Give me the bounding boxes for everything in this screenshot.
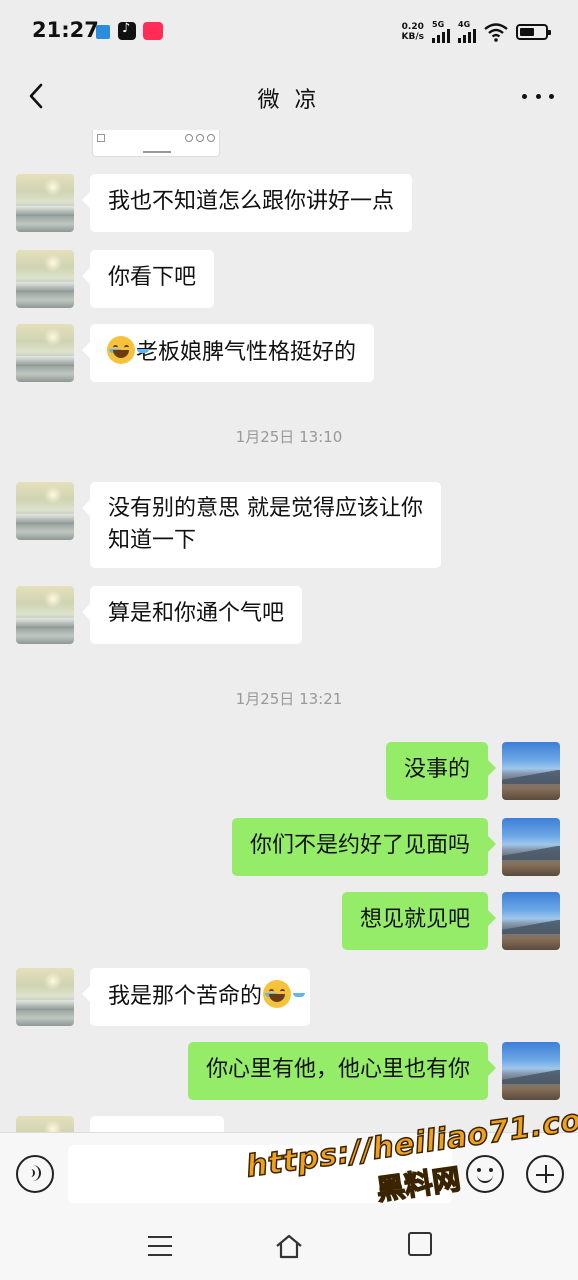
emoji-picker-icon[interactable] [466, 1155, 504, 1193]
message-bubble[interactable]: 你们不是约好了见面吗 [231, 818, 497, 876]
contact-avatar[interactable] [16, 174, 74, 232]
my-avatar[interactable] [502, 742, 560, 800]
status-indicators: 0.20 KB/s 5G 4G [401, 20, 551, 44]
shopping-app-icon [143, 22, 163, 40]
message-row: 老板娘脾气性格挺好的 [0, 324, 578, 386]
my-avatar[interactable] [502, 1042, 560, 1100]
chat-title: 微 凉 [257, 88, 321, 113]
message-row: 算是和你通个气吧 [0, 586, 578, 648]
message-row: 我是那个苦命的 [0, 968, 578, 1030]
contact-avatar[interactable] [16, 482, 74, 540]
contact-avatar[interactable] [16, 324, 74, 382]
message-row [0, 1116, 578, 1132]
network-speed: 0.20 KB/s [401, 22, 424, 42]
voice-input-icon[interactable] [16, 1155, 54, 1193]
message-bubble[interactable]: 我是那个苦命的 [81, 968, 311, 1026]
home-icon[interactable] [274, 1232, 304, 1260]
input-bar [0, 1132, 578, 1218]
message-input[interactable] [68, 1145, 452, 1203]
message-bubble[interactable]: 算是和你通个气吧 [81, 586, 303, 644]
tiktok-icon [118, 21, 136, 40]
status-bar: 21:27 0.20 KB/s 5G 4G [0, 0, 578, 62]
wifi-icon [484, 23, 508, 42]
message-row: 没事的 [0, 742, 578, 804]
preview-icons [185, 134, 215, 142]
message-row: 没有别的意思 就是觉得应该让你 知道一下 [0, 482, 578, 572]
my-avatar[interactable] [502, 818, 560, 876]
message-row: 你们不是约好了见面吗 [0, 818, 578, 880]
message-bubble[interactable]: 你看下吧 [81, 250, 215, 308]
signal-4g-icon: 4G [458, 21, 476, 43]
message-bubble[interactable] [90, 1116, 224, 1132]
laugh-cry-emoji-icon [263, 980, 292, 1008]
message-bubble[interactable]: 老板娘脾气性格挺好的 [81, 324, 375, 382]
message-row: 想见就见吧 [0, 892, 578, 954]
contact-avatar[interactable] [16, 586, 74, 644]
message-row: 你看下吧 [0, 250, 578, 312]
more-options-icon[interactable] [522, 84, 554, 108]
message-bubble[interactable]: 你心里有他，他心里也有你 [187, 1042, 497, 1100]
qr-icon [97, 134, 105, 142]
laugh-cry-emoji-icon [107, 336, 135, 364]
battery-icon [516, 24, 551, 40]
more-functions-plus-icon[interactable] [526, 1155, 564, 1193]
message-row: 你心里有他，他心里也有你 [0, 1042, 578, 1104]
message-list[interactable]: 我也不知道怎么跟你讲好一点 你看下吧 老板娘脾气性格挺好的 1月25日 13:1… [0, 130, 578, 1132]
menu-icon[interactable] [148, 1236, 172, 1256]
app-notification-icon [96, 25, 110, 39]
message-bubble[interactable]: 没事的 [385, 742, 497, 800]
timestamp-divider: 1月25日 13:10 [235, 428, 343, 446]
chat-header: 微 凉 [0, 62, 578, 130]
message-bubble[interactable]: 我也不知道怎么跟你讲好一点 [81, 174, 413, 232]
status-time: 21:27 [32, 18, 99, 42]
shared-screenshot-preview[interactable] [92, 130, 220, 157]
system-navigation-bar [0, 1218, 578, 1280]
message-bubble[interactable]: 没有别的意思 就是觉得应该让你 知道一下 [82, 482, 441, 568]
contact-avatar[interactable] [16, 1116, 74, 1132]
signal-5g-icon: 5G [432, 21, 450, 43]
my-avatar[interactable] [502, 892, 560, 950]
contact-avatar[interactable] [16, 968, 74, 1026]
message-bubble[interactable]: 想见就见吧 [341, 892, 497, 950]
message-row: 我也不知道怎么跟你讲好一点 [0, 174, 578, 236]
timestamp-divider: 1月25日 13:21 [235, 690, 343, 708]
contact-avatar[interactable] [16, 250, 74, 308]
back-nav-icon[interactable] [408, 1232, 432, 1256]
